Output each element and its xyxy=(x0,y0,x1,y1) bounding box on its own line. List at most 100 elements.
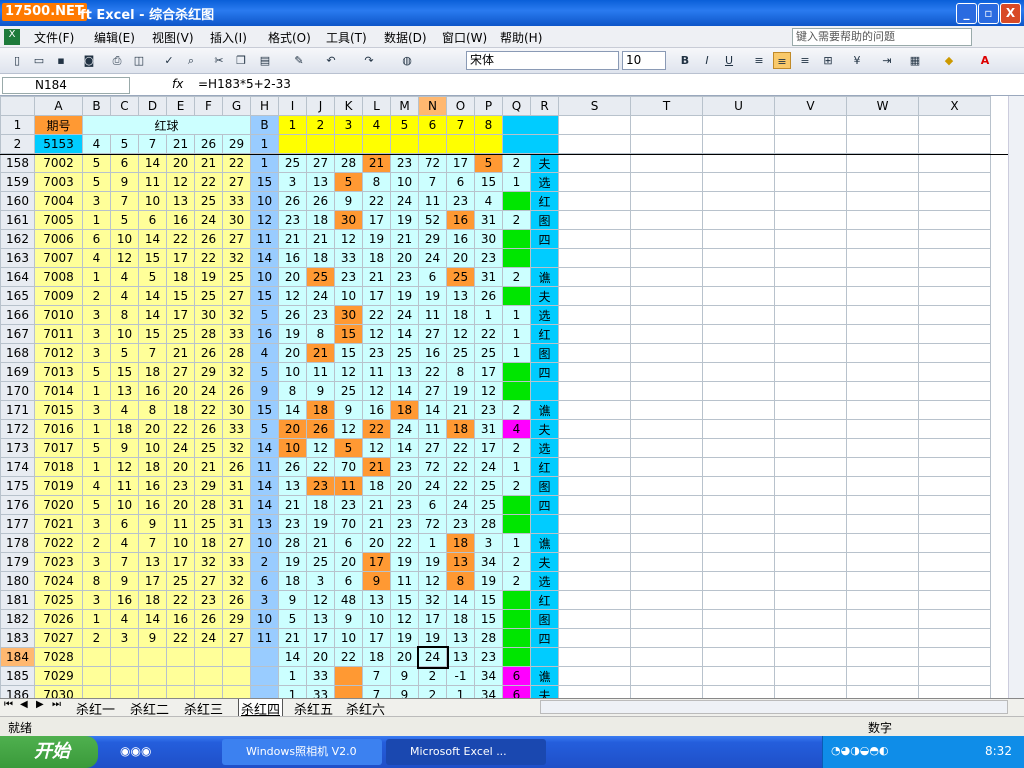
cell[interactable] xyxy=(774,609,847,629)
cell[interactable]: 22 xyxy=(446,457,475,477)
cell[interactable] xyxy=(194,685,223,698)
cell[interactable]: 24 xyxy=(194,381,223,401)
row-header[interactable]: 165 xyxy=(0,286,35,306)
cell[interactable]: 12 xyxy=(306,590,335,610)
cell[interactable] xyxy=(334,134,363,154)
cell[interactable]: 1 xyxy=(278,666,307,686)
cell[interactable]: 20 xyxy=(390,476,419,496)
cell[interactable] xyxy=(558,533,631,553)
cell[interactable] xyxy=(774,419,847,439)
cell[interactable]: 11 xyxy=(166,514,195,534)
cell[interactable] xyxy=(166,666,195,686)
help-search-input[interactable]: 键入需要帮助的问题 xyxy=(792,28,972,46)
paste-icon[interactable]: ▤ xyxy=(256,52,274,69)
cell[interactable] xyxy=(418,134,447,154)
column-header-o[interactable]: O xyxy=(446,96,475,116)
cell[interactable] xyxy=(702,362,775,382)
cell[interactable]: 25 xyxy=(194,438,223,458)
cell[interactable] xyxy=(558,685,631,698)
cell[interactable]: 16 xyxy=(446,210,475,230)
cell[interactable]: 27 xyxy=(222,172,251,192)
cell[interactable] xyxy=(558,457,631,477)
cell[interactable]: 红 xyxy=(530,191,559,211)
cell[interactable]: 18 xyxy=(278,571,307,591)
cell[interactable]: 6 xyxy=(250,571,279,591)
cell[interactable]: 10 xyxy=(334,286,363,306)
cell[interactable]: 22 xyxy=(362,419,391,439)
cell[interactable]: 24 xyxy=(416,645,449,669)
cell[interactable]: 12 xyxy=(110,248,139,268)
cell[interactable]: 红 xyxy=(530,590,559,610)
menu-edit[interactable]: 编辑(E) xyxy=(94,29,135,46)
row-header[interactable]: 169 xyxy=(0,362,35,382)
cell[interactable]: 21 xyxy=(306,343,335,363)
cell[interactable]: 5153 xyxy=(34,134,83,154)
cell[interactable] xyxy=(250,666,279,686)
borders-icon[interactable]: ▦ xyxy=(906,52,924,69)
cell[interactable] xyxy=(502,248,531,268)
column-header-u[interactable]: U xyxy=(702,96,775,116)
row-header[interactable]: 177 xyxy=(0,514,35,534)
cell[interactable]: 24 xyxy=(166,438,195,458)
cell[interactable]: 19 xyxy=(418,628,447,648)
cell[interactable] xyxy=(702,153,775,173)
cell[interactable]: 15 xyxy=(474,590,503,610)
cell[interactable]: 1 xyxy=(446,685,475,698)
copy-icon[interactable]: ❐ xyxy=(232,52,250,69)
cell[interactable] xyxy=(702,286,775,306)
cell[interactable] xyxy=(702,134,775,154)
format-painter-icon[interactable]: ✎ xyxy=(290,52,308,69)
cell[interactable]: 1 xyxy=(82,210,111,230)
cell[interactable]: 31 xyxy=(222,514,251,534)
cell[interactable] xyxy=(558,628,631,648)
hyperlink-icon[interactable]: ◍ xyxy=(398,52,416,69)
menu-insert[interactable]: 插入(I) xyxy=(210,29,247,46)
cell[interactable]: 12 xyxy=(446,324,475,344)
cell[interactable] xyxy=(846,153,919,173)
tray-icons[interactable]: ◔◕◑◒◓◐ xyxy=(831,744,889,757)
column-header-x[interactable]: X xyxy=(918,96,991,116)
cell[interactable]: 16 xyxy=(166,210,195,230)
cell[interactable] xyxy=(558,191,631,211)
column-header-p[interactable]: P xyxy=(474,96,503,116)
cell[interactable] xyxy=(630,172,703,192)
row-header[interactable]: 179 xyxy=(0,552,35,572)
cell[interactable] xyxy=(702,533,775,553)
cell[interactable]: 7023 xyxy=(34,552,83,572)
cell[interactable] xyxy=(502,286,531,306)
cell[interactable] xyxy=(630,134,703,154)
cell[interactable]: 12 xyxy=(278,286,307,306)
row-header[interactable]: 181 xyxy=(0,590,35,610)
cell[interactable] xyxy=(530,514,559,534)
cell[interactable]: 13 xyxy=(446,286,475,306)
cell[interactable] xyxy=(110,666,139,686)
function-icon[interactable]: fx xyxy=(172,77,183,91)
underline-icon[interactable]: U xyxy=(720,52,738,69)
cell[interactable]: 20 xyxy=(306,647,335,667)
quicklaunch-icon[interactable]: ◉◉◉ xyxy=(120,744,151,758)
cell[interactable] xyxy=(138,647,167,667)
cell[interactable]: 3 xyxy=(278,172,307,192)
cell[interactable]: 6 xyxy=(502,666,531,686)
cell[interactable]: 13 xyxy=(250,514,279,534)
cell[interactable] xyxy=(846,305,919,325)
cell[interactable] xyxy=(702,552,775,572)
vertical-scrollbar[interactable] xyxy=(1008,96,1024,698)
cell[interactable] xyxy=(110,685,139,698)
cell[interactable]: 23 xyxy=(306,476,335,496)
cell[interactable] xyxy=(918,381,991,401)
cell[interactable] xyxy=(558,476,631,496)
cell[interactable]: 31 xyxy=(222,495,251,515)
permission-icon[interactable]: ◙ xyxy=(80,52,98,69)
cell[interactable]: 25 xyxy=(194,286,223,306)
row-header[interactable]: 160 xyxy=(0,191,35,211)
cell[interactable] xyxy=(630,305,703,325)
cell[interactable]: -1 xyxy=(446,666,475,686)
cell[interactable] xyxy=(774,381,847,401)
cell[interactable]: 选 xyxy=(530,305,559,325)
currency-icon[interactable]: ¥ xyxy=(848,52,866,69)
cell[interactable]: 7024 xyxy=(34,571,83,591)
cell[interactable] xyxy=(82,685,111,698)
cell[interactable] xyxy=(846,590,919,610)
cell[interactable]: 15 xyxy=(138,324,167,344)
